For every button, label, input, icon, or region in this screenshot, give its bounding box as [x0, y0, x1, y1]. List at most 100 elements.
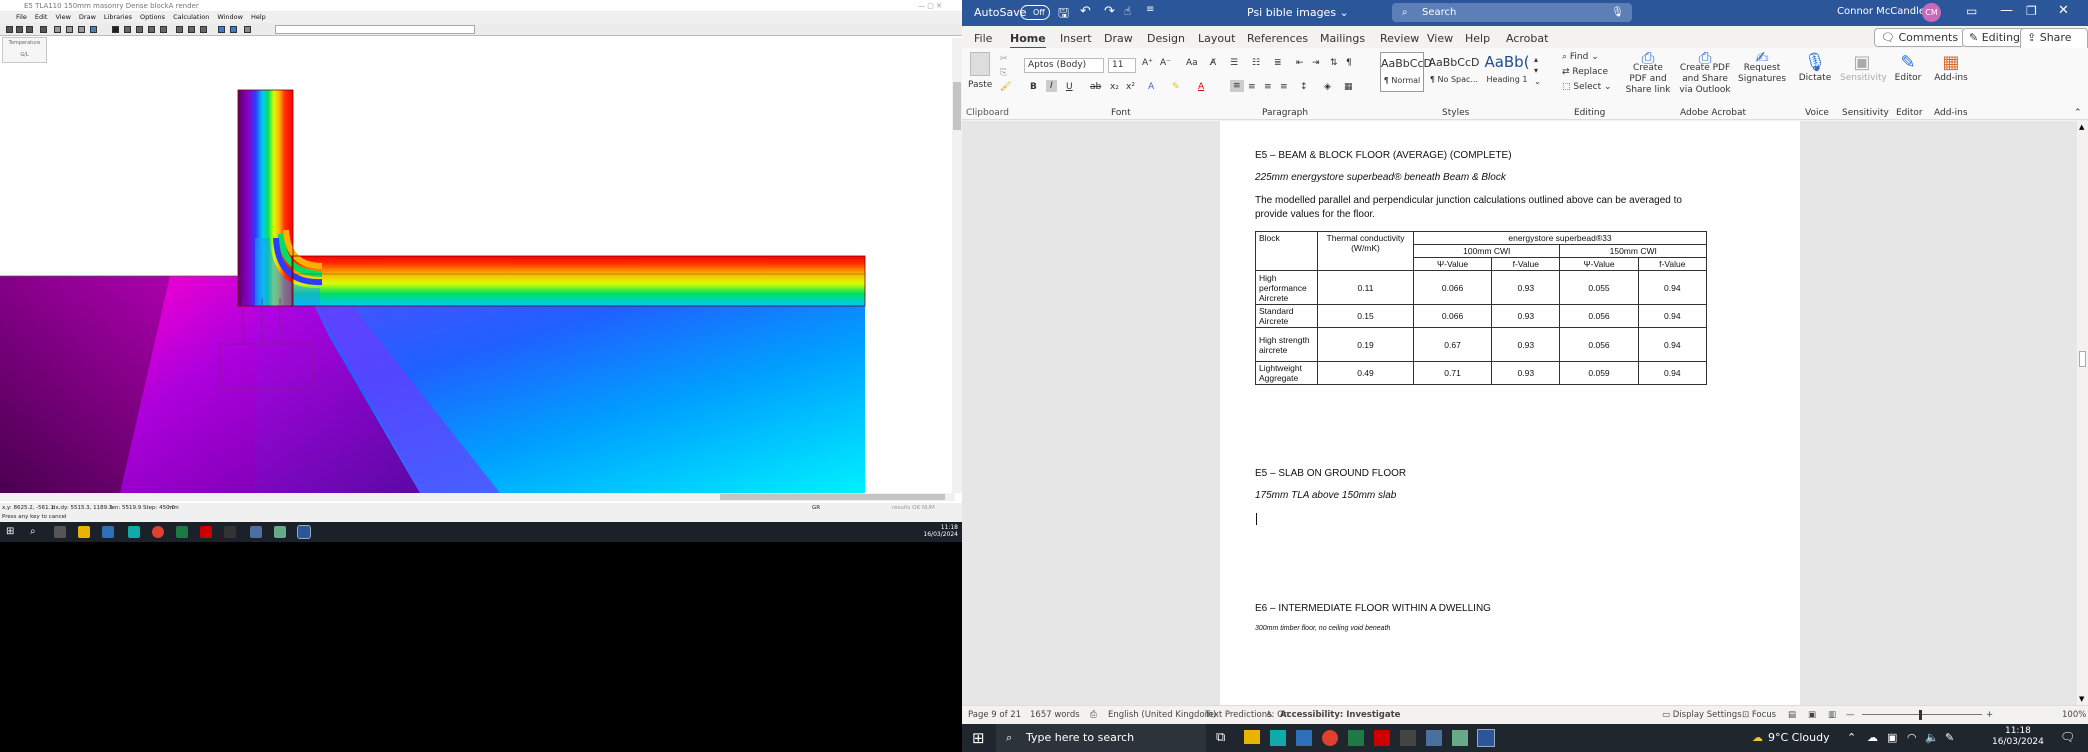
create-pdf-share-button[interactable]: ⎙ Create PDF and Share link: [1624, 50, 1672, 96]
temperature-panel[interactable]: Temperature G/L: [2, 37, 47, 63]
zoom-slider[interactable]: [1862, 714, 1982, 715]
menu-file[interactable]: File: [16, 12, 27, 23]
touch-mode-icon[interactable]: ☝: [1124, 4, 1131, 18]
text-effects-icon[interactable]: A: [1148, 82, 1154, 92]
menu-draw[interactable]: Draw: [79, 12, 96, 23]
print-layout-icon[interactable]: ▣: [1808, 706, 1816, 724]
teams-tray-icon[interactable]: ▣: [1887, 731, 1897, 744]
menu-calculation[interactable]: Calculation: [173, 12, 209, 23]
paste-icon[interactable]: [970, 52, 990, 76]
pilcrow-icon[interactable]: ¶: [1346, 58, 1352, 68]
paste-label[interactable]: Paste: [968, 80, 992, 90]
scroll-up-icon[interactable]: ▲: [2079, 123, 2084, 131]
show-hidden-icons[interactable]: ⌃: [1847, 731, 1856, 744]
styles-gallery-scroll[interactable]: ▴ ▾ ⌄: [1534, 54, 1541, 87]
font-size-select[interactable]: 11: [1108, 58, 1136, 73]
zoom-out-icon[interactable]: —: [1846, 706, 1855, 724]
menu-window[interactable]: Window: [217, 12, 243, 23]
task-view-icon[interactable]: ⧉: [1216, 730, 1225, 745]
user-name[interactable]: Connor McCandless: [1837, 6, 1935, 17]
editor-button[interactable]: ✎ Editor: [1892, 52, 1924, 83]
highlight-icon[interactable]: ✎: [1172, 82, 1180, 92]
start-icon[interactable]: ⊞: [972, 729, 985, 747]
document-vertical-scrollbar[interactable]: ▲ ▼: [2077, 121, 2088, 705]
store-icon[interactable]: [1270, 730, 1286, 746]
save-icon[interactable]: 🖫: [1058, 4, 1069, 26]
canvas-horizontal-thumb[interactable]: [720, 494, 945, 500]
toolbar-select-icon[interactable]: [112, 26, 119, 33]
word-taskbar-icon[interactable]: [1477, 729, 1495, 747]
dictate-button[interactable]: 🎙 Dictate: [1798, 52, 1832, 83]
left-thermal-icon[interactable]: [224, 526, 236, 538]
copy-icon[interactable]: ⎘: [1000, 68, 1007, 78]
network-icon[interactable]: ◠: [1907, 731, 1917, 744]
superscript-icon[interactable]: x²: [1126, 82, 1135, 92]
undo-icon[interactable]: ↶: [1080, 4, 1091, 19]
toolbar-redo-icon[interactable]: [136, 26, 143, 33]
multilevel-icon[interactable]: ≣: [1274, 58, 1282, 68]
bullets-icon[interactable]: ☰: [1230, 58, 1238, 68]
underline-icon[interactable]: U: [1066, 82, 1073, 92]
minimize-icon[interactable]: —: [2000, 3, 2013, 18]
font-name-select[interactable]: Aptos (Body): [1024, 58, 1104, 73]
zoom-level[interactable]: 100%: [2062, 706, 2086, 724]
outlook-icon[interactable]: [1296, 730, 1312, 746]
create-pdf-outlook-button[interactable]: ⎙ Create PDF and Share via Outlook: [1678, 50, 1732, 96]
toolbar-grid-icon[interactable]: [200, 26, 207, 33]
bold-icon[interactable]: B: [1030, 82, 1037, 92]
tab-review[interactable]: Review: [1380, 32, 1419, 45]
menu-view[interactable]: View: [55, 12, 70, 23]
autosave-toggle[interactable]: Off: [1020, 5, 1050, 20]
proofing-icon[interactable]: ⎙: [1090, 706, 1097, 724]
toolbar-pan-icon[interactable]: [176, 26, 183, 33]
toolbar-zoom-out-icon[interactable]: [160, 26, 167, 33]
sensitivity-button[interactable]: ▣ Sensitivity: [1840, 52, 1887, 83]
toolbar-open-icon[interactable]: [16, 26, 23, 33]
left-chrome-icon[interactable]: [152, 526, 164, 538]
close-icon[interactable]: ✕: [2058, 3, 2069, 18]
canvas-vertical-thumb[interactable]: [953, 82, 961, 130]
scroll-down-icon[interactable]: ▼: [2079, 695, 2084, 703]
toolbar-measure-icon[interactable]: [188, 26, 195, 33]
file-explorer-icon[interactable]: [1244, 730, 1260, 744]
thermal-app-icon[interactable]: [1400, 730, 1416, 746]
read-mode-icon[interactable]: ▤: [1788, 706, 1796, 724]
toolbar-paste-icon[interactable]: [78, 26, 85, 33]
status-accessibility[interactable]: Accessibility: Investigate: [1280, 706, 1400, 724]
find-button[interactable]: ⌕ Find ⌄: [1562, 52, 1599, 62]
subscript-icon[interactable]: x₂: [1110, 82, 1119, 92]
format-painter-icon[interactable]: 🖌: [1000, 82, 1011, 92]
chrome-icon[interactable]: [1322, 730, 1338, 746]
document-title[interactable]: Psi bible images ⌄: [1247, 6, 1349, 19]
calculator-icon[interactable]: [1452, 730, 1468, 746]
request-signatures-button[interactable]: ✍ Request Signatures: [1738, 50, 1786, 85]
tab-view[interactable]: View: [1427, 32, 1453, 45]
tab-references[interactable]: References: [1247, 32, 1308, 45]
shading-icon[interactable]: ◈: [1324, 82, 1331, 92]
toolbar-draw-icon[interactable]: [90, 26, 97, 33]
menu-edit[interactable]: Edit: [35, 12, 48, 23]
grow-font-icon[interactable]: A⁺: [1142, 58, 1153, 68]
justify-icon[interactable]: ≡: [1280, 82, 1288, 92]
zoom-in-icon[interactable]: +: [1986, 706, 1993, 724]
display-settings-button[interactable]: ▭ Display Settings: [1662, 706, 1742, 724]
tab-help[interactable]: Help: [1465, 32, 1490, 45]
clear-format-icon[interactable]: A̸: [1210, 58, 1216, 68]
menu-options[interactable]: Options: [140, 12, 165, 23]
left-calc-icon[interactable]: [274, 526, 286, 538]
shrink-font-icon[interactable]: A⁻: [1160, 58, 1171, 68]
comments-button[interactable]: 🗨 Comments: [1874, 28, 1966, 47]
decrease-indent-icon[interactable]: ⇤: [1296, 58, 1304, 68]
tab-draw[interactable]: Draw: [1104, 32, 1133, 45]
menu-libraries[interactable]: Libraries: [104, 12, 132, 23]
numbering-icon[interactable]: ☷: [1252, 58, 1260, 68]
left-outlook-icon[interactable]: [102, 526, 114, 538]
tab-mailings[interactable]: Mailings: [1320, 32, 1365, 45]
ribbon-display-icon[interactable]: ▭: [1966, 4, 1977, 18]
menu-help[interactable]: Help: [251, 12, 266, 23]
style-heading-1[interactable]: AaBb( Heading 1: [1484, 52, 1530, 92]
font-color-icon[interactable]: A: [1198, 82, 1204, 92]
focus-button[interactable]: ⊡ Focus: [1742, 706, 1776, 724]
style-normal[interactable]: AaBbCcD ¶ Normal: [1380, 52, 1432, 92]
toolbar-settings-icon[interactable]: [244, 26, 251, 33]
